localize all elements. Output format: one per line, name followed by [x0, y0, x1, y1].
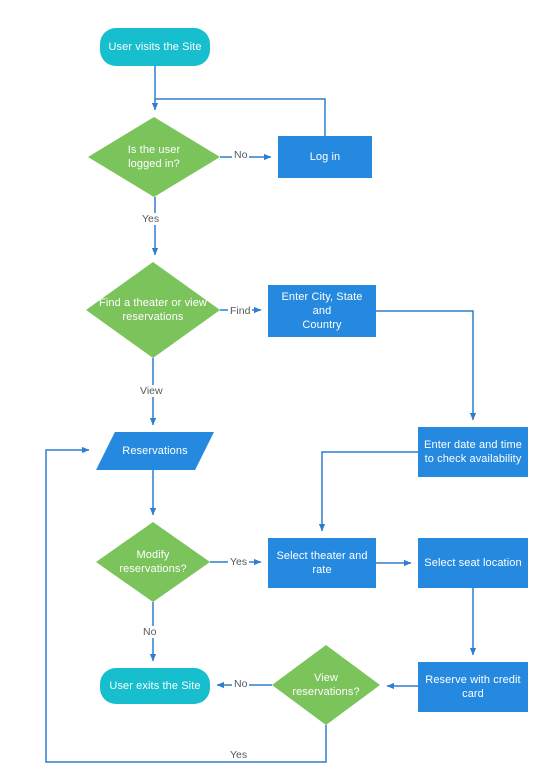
node-select_rate-label: Select theater and rate — [276, 550, 368, 576]
node-find_or_view[interactable]: Find a theater or view reservations — [86, 262, 220, 358]
edge-label-view_res-no-exit: No — [232, 678, 250, 690]
node-reserve_card[interactable]: Reserve with credit card — [418, 662, 528, 712]
edge-label-logged_in-no-login: No — [232, 149, 250, 161]
node-start-label: User visits the Site — [108, 41, 202, 53]
node-modify[interactable]: Modify reservations? — [96, 522, 210, 602]
node-enter_city[interactable]: Enter City, State and Country — [268, 285, 376, 337]
node-find_or_view-label: Find a theater or view reservations — [99, 297, 207, 323]
node-logged_in-label: Is the user logged in? — [127, 144, 181, 170]
node-reservations-label: Reservations — [122, 445, 188, 457]
edge-label-view-to-reservations: View — [138, 385, 165, 397]
node-login[interactable]: Log in — [278, 136, 372, 178]
node-select_rate[interactable]: Select theater and rate — [268, 538, 376, 588]
edge-label-modify-yes-select_rate: Yes — [228, 556, 250, 568]
edge-label-view_res-yes-reservations: Yes — [228, 749, 250, 761]
node-view_res-label: View reservations? — [292, 672, 360, 698]
edge-label-logged_in-yes-find_or_view: Yes — [140, 213, 162, 225]
node-enter_date-label: Enter date and time to check availabilit… — [424, 439, 522, 465]
edge-label-find-to-enter_city: Find — [228, 305, 253, 317]
node-logged_in[interactable]: Is the user logged in? — [88, 117, 220, 197]
edge-label-modify-no-exit: No — [141, 626, 159, 638]
node-enter_date[interactable]: Enter date and time to check availabilit… — [418, 427, 528, 477]
node-reserve_card-label: Reserve with credit card — [425, 674, 521, 700]
edge-enter_date-to-select_rate — [318, 451, 418, 532]
node-select_seat[interactable]: Select seat location — [418, 538, 528, 588]
node-enter_city-label: Enter City, State and Country — [281, 291, 363, 331]
node-login-label: Log in — [309, 151, 341, 163]
node-select_seat-label: Select seat location — [424, 557, 522, 569]
flowchart-canvas: User visits the Site Is the user logged i… — [0, 0, 550, 784]
node-exit[interactable]: User exits the Site — [100, 668, 210, 704]
node-modify-label: Modify reservations? — [119, 549, 187, 575]
node-exit-label: User exits the Site — [109, 680, 201, 692]
node-start[interactable]: User visits the Site — [100, 28, 210, 66]
node-view_res[interactable]: View reservations? — [272, 645, 380, 725]
node-reservations[interactable]: Reservations — [96, 432, 214, 470]
edge-enter_city-to-enter_date — [376, 310, 477, 421]
